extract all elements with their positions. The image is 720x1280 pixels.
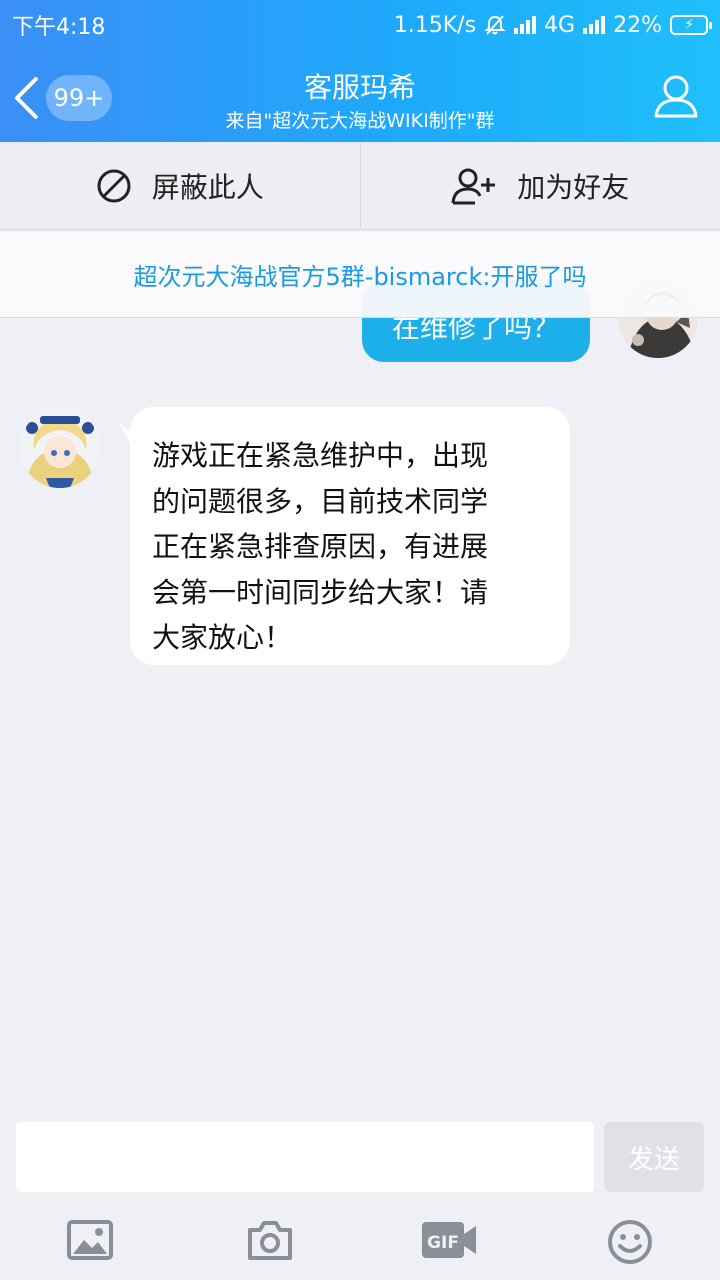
send-button[interactable]: 发送 xyxy=(604,1122,704,1192)
message-line: 正在紧急排查原因，有进展 xyxy=(152,530,489,563)
sender-avatar[interactable] xyxy=(20,408,100,488)
battery-icon: ⚡ xyxy=(670,15,712,35)
top-bar: 下午4:18 1.15K/s 4G 22% ⚡ 99+ 客服玛希 来自"超次元大… xyxy=(0,0,720,142)
status-bar: 下午4:18 1.15K/s 4G 22% ⚡ xyxy=(0,0,720,50)
message-line: 游戏正在紧急维护中，出现 xyxy=(152,439,489,472)
gif-button[interactable]: GIF xyxy=(420,1218,480,1264)
message-line: 会第一时间同步给大家！请 xyxy=(152,575,489,609)
sender-avatar-image xyxy=(20,408,100,488)
user-icon xyxy=(654,75,698,118)
incoming-message[interactable]: 游戏正在紧急维护中，出现 的问题很多，目前技术同学 正在紧急排查原因，有进展 会… xyxy=(130,407,570,665)
block-icon xyxy=(97,169,131,202)
network-type: 4G xyxy=(544,12,576,38)
block-user-label: 屏蔽此人 xyxy=(151,170,264,204)
camera-icon xyxy=(248,1221,292,1260)
gif-icon: GIF xyxy=(422,1222,476,1258)
add-friend-button[interactable]: 加为好友 xyxy=(359,142,720,229)
add-user-icon xyxy=(451,168,496,204)
group-notice-text: 超次元大海战官方5群-bismarck:开服了吗 xyxy=(133,263,587,291)
image-button[interactable] xyxy=(66,1218,116,1264)
chevron-left-icon xyxy=(14,77,38,119)
block-user-button[interactable]: 屏蔽此人 xyxy=(0,142,360,229)
page-title: 客服玛希 xyxy=(303,71,416,104)
hd-signal-icon xyxy=(514,16,537,34)
message-line: 大家放心！ xyxy=(152,621,293,654)
composer: 发送 xyxy=(0,1110,720,1200)
page-subtitle: 来自"超次元大海战WIKI制作"群 xyxy=(225,110,495,132)
bottom-toolbar: GIF xyxy=(0,1200,720,1280)
group-notice-bar[interactable]: 超次元大海战官方5群-bismarck:开服了吗 xyxy=(0,232,720,318)
profile-button[interactable] xyxy=(652,72,700,120)
add-friend-label: 加为好友 xyxy=(517,170,630,204)
svg-text:GIF: GIF xyxy=(427,1233,459,1253)
status-time: 下午4:18 xyxy=(12,15,106,40)
nav-bar: 99+ 客服玛希 来自"超次元大海战WIKI制作"群 xyxy=(0,60,720,136)
emoji-icon xyxy=(608,1220,652,1264)
image-icon xyxy=(67,1220,113,1260)
bell-muted-icon xyxy=(484,15,506,35)
action-row: 屏蔽此人 加为好友 xyxy=(0,142,720,230)
back-button[interactable]: 99+ xyxy=(12,74,112,122)
battery-percent: 22% xyxy=(613,12,662,38)
emoji-button[interactable] xyxy=(606,1218,656,1264)
network-speed: 1.15K/s xyxy=(393,12,477,38)
unread-badge: 99+ xyxy=(45,75,112,121)
camera-button[interactable] xyxy=(246,1218,296,1264)
message-input[interactable] xyxy=(16,1122,594,1192)
signal-icon xyxy=(583,16,606,34)
chat-area[interactable]: 在维修了吗？ 游戏正在紧急维护中，出现 的问题很多，目前技术同学 正在紧急排查原… xyxy=(0,230,720,1110)
status-right: 1.15K/s 4G 22% ⚡ xyxy=(393,12,712,38)
message-line: 的问题很多，目前技术同学 xyxy=(152,484,489,518)
